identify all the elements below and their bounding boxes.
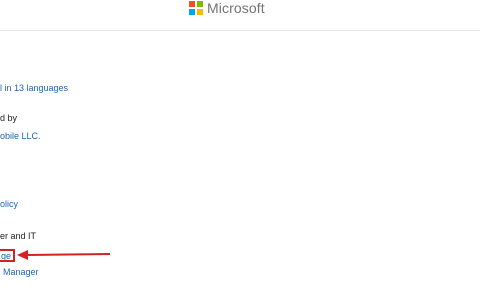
header: Microsoft	[0, 0, 480, 31]
privacy-policy-link[interactable]: olicy	[0, 199, 18, 210]
section-label: er and IT	[0, 231, 37, 241]
microsoft-logo: Microsoft	[189, 0, 265, 16]
developer-link[interactable]: obile LLC.	[0, 131, 41, 142]
available-languages-link[interactable]: l in 13 languages	[0, 83, 68, 94]
brand-name: Microsoft	[207, 0, 265, 16]
highlight-box	[0, 249, 15, 262]
developer-label: d by	[0, 113, 18, 123]
manager-link[interactable]: Manager	[3, 267, 39, 278]
pointer-arrow-icon	[17, 250, 111, 260]
microsoft-logo-icon	[189, 1, 203, 15]
